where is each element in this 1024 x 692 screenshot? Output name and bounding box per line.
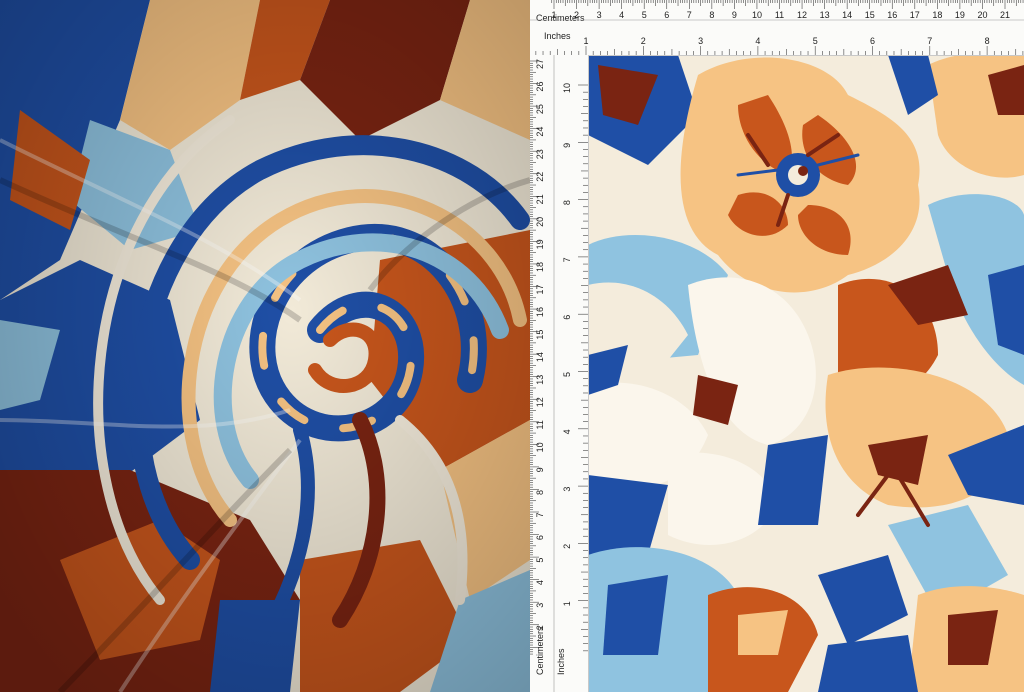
top-ruler-cm-number: 12 [797,10,807,20]
top-ruler-cm-number: 19 [955,10,965,20]
left-ruler-cm-number: 25 [535,104,545,114]
top-ruler-cm-number: 10 [752,10,762,20]
left-ruler-inch-number: 6 [562,315,572,320]
left-ruler-cm-number: 14 [535,352,545,362]
top-ruler-inch-number: 7 [927,36,932,46]
top-ruler-cm-number: 20 [977,10,987,20]
top-ruler-inch-number: 6 [870,36,875,46]
top-ruler-inch-number: 5 [813,36,818,46]
left-ruler-cm-number: 21 [535,194,545,204]
left-ruler-inch-number: 10 [562,83,572,93]
top-ruler-inch-number: 4 [755,36,760,46]
left-ruler-cm-number: 18 [535,262,545,272]
left-ruler-cm-number: 10 [535,442,545,452]
top-ruler-cm-number: 18 [932,10,942,20]
top-ruler-cm-number: 7 [687,10,692,20]
left-ruler-cm-number: 16 [535,307,545,317]
left-ruler-inch-number: 8 [562,200,572,205]
left-ruler-cm-number: 12 [535,397,545,407]
left-ruler-cm-number: 17 [535,284,545,294]
top-ruler-cm-number: 2 [574,10,579,20]
top-ruler-cm-number: 3 [597,10,602,20]
top-ruler-cm-number: 13 [820,10,830,20]
left-ruler-scale: Centimeters Inches 272625242322212019181… [530,55,588,692]
top-ruler-cm-number: 4 [619,10,624,20]
left-ruler-inch-number: 7 [562,257,572,262]
left-ruler-centimeters-label: Centimeters [535,626,545,675]
top-ruler-inch-number: 3 [698,36,703,46]
top-ruler-cm-number: 9 [732,10,737,20]
top-ruler-cm-number: 6 [664,10,669,20]
top-ruler-inch-number: 1 [583,36,588,46]
left-ruler-cm-number: 5 [535,558,545,563]
swirled-fabric-photo [0,0,530,692]
flat-fabric-print [588,55,1024,692]
top-ruler-cm-number: 15 [865,10,875,20]
left-ruler-cm-number: 24 [535,127,545,137]
left-ruler-inch-number: 5 [562,372,572,377]
left-ruler-cm-number: 4 [535,580,545,585]
left-ruler-cm-number: 19 [535,239,545,249]
top-ruler-cm-number: 14 [842,10,852,20]
top-ruler-inch-number: 2 [641,36,646,46]
top-ruler-cm-number: 21 [1000,10,1010,20]
left-ruler-cm-number: 27 [535,59,545,69]
left-ruler-cm-number: 26 [535,82,545,92]
left-ruler-cm-number: 13 [535,375,545,385]
left-ruler-inch-number: 1 [562,601,572,606]
left-ruler-cm-number: 9 [535,467,545,472]
fabric-product-photo: Centimeters Inches 1 2 3 4 5 6 7 8 9 10 11 12 13 14 15… [0,0,1024,692]
left-ruler-inch-number: 2 [562,544,572,549]
left-ruler-cm-number: 6 [535,535,545,540]
top-ruler-cm-number: 11 [775,10,784,20]
left-ruler-cm-number: 11 [535,420,545,429]
left-ruler-cm-number: 20 [535,217,545,227]
top-ruler-cm-number: 1 [551,10,556,20]
top-ruler-cm-number: 17 [910,10,920,20]
left-ruler-cm-number: 23 [535,149,545,159]
left-ruler-cm-number: 7 [535,512,545,517]
top-ruler-inch-number: 8 [985,36,990,46]
top-ruler-cm-number: 16 [887,10,897,20]
left-ruler-cm-number: 15 [535,330,545,340]
left-ruler-inch-number: 3 [562,487,572,492]
floral-print-illustration [588,55,1024,692]
left-ruler-cm-number: 2 [535,625,545,630]
left-ruler-inches-label: Inches [556,648,566,675]
top-ruler-cm-number: 5 [642,10,647,20]
top-ruler-cm-number: 8 [709,10,714,20]
top-ruler-scale: 1 2 3 4 5 6 7 8 9 10 11 12 13 14 15 16 17 18 19 20 211 2 3 4 5 6 7… [530,0,1024,55]
left-ruler-cm-number: 3 [535,603,545,608]
left-ruler-inch-number: 4 [562,429,572,434]
left-ruler-inch-number: 9 [562,143,572,148]
top-ruler: Centimeters Inches 1 2 3 4 5 6 7 8 9 10 11 12 13 14 15… [530,0,1024,56]
left-ruler: Centimeters Inches 27 26 25 24 23 22 21 20 19 18 1… [530,55,589,692]
left-ruler-cm-number: 22 [535,172,545,182]
left-ruler-cm-number: 8 [535,490,545,495]
swirled-fabric-illustration [0,0,530,692]
